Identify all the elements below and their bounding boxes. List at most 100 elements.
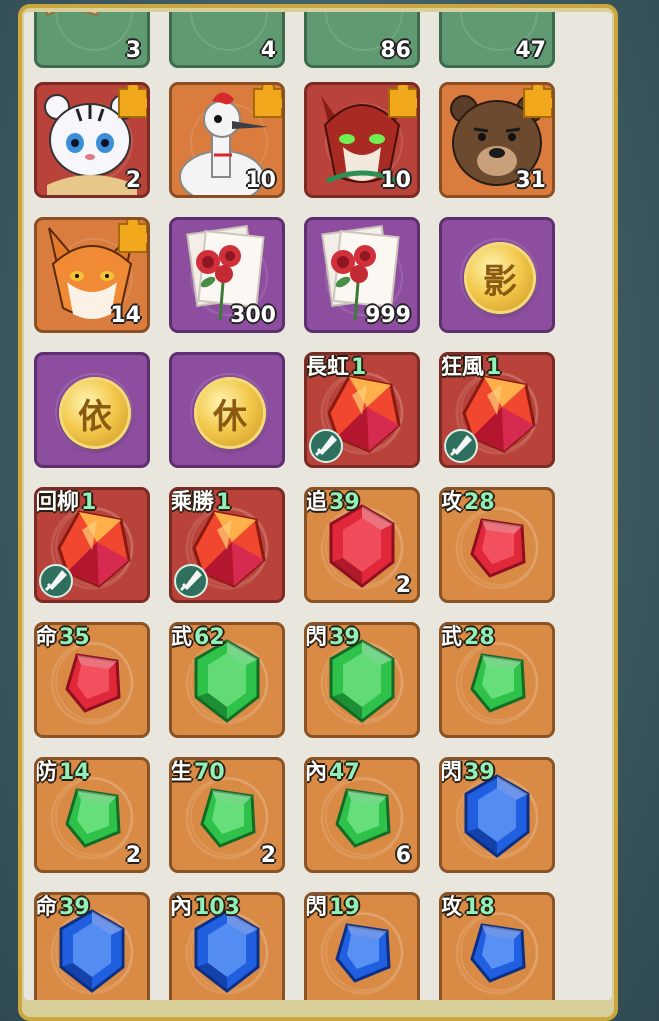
inventory-slot[interactable]: 內103	[169, 892, 285, 1000]
gem-stat-value: 14	[59, 760, 90, 785]
inventory-slot[interactable]: 300	[169, 217, 285, 333]
gem-stat-name: 內	[305, 760, 328, 785]
item-quantity: 2	[260, 843, 276, 868]
puzzle-piece-icon	[113, 220, 147, 254]
sword-badge-icon	[174, 564, 208, 598]
gem-stat-label: 回柳1	[37, 490, 97, 516]
inventory-slot[interactable]: 回柳1	[34, 487, 150, 603]
inventory-slot[interactable]: 999	[304, 217, 420, 333]
inventory-slot[interactable]: 依	[34, 352, 150, 468]
inventory-slot[interactable]: 攻28	[439, 487, 555, 603]
gem-stat-name: 乘勝	[170, 490, 215, 515]
puzzle-piece-icon	[383, 85, 417, 119]
gem-stat-name: 生	[170, 760, 193, 785]
item-quantity: 10	[380, 168, 411, 193]
sword-badge-icon	[309, 429, 343, 463]
gem-stat-name: 狂風	[440, 355, 485, 380]
inventory-slot[interactable]: 武28	[439, 622, 555, 738]
gem-stat-name: 長虹	[305, 355, 350, 380]
inventory-slot[interactable]: 狂風1	[439, 352, 555, 468]
gem-stat-label: 狂風1	[440, 355, 502, 381]
inventory-slot[interactable]: 47	[439, 12, 555, 68]
inventory-slot[interactable]: 閃39	[439, 757, 555, 873]
coin-glyph: 休	[194, 377, 266, 449]
gem-stat-value: 1	[351, 355, 367, 380]
inventory-slot[interactable]: 命39	[34, 892, 150, 1000]
inventory-slot[interactable]: 防14 2	[34, 757, 150, 873]
gem-stat-value: 18	[464, 895, 495, 920]
puzzle-piece-icon	[248, 85, 282, 119]
inventory-slot[interactable]: 命35	[34, 622, 150, 738]
gem-stat-value: 103	[194, 895, 240, 920]
gem-stat-value: 35	[59, 625, 90, 650]
sword-badge-icon	[39, 564, 73, 598]
inventory-slot[interactable]: 影	[439, 217, 555, 333]
item-quantity: 2	[395, 573, 411, 598]
gem-stat-label: 武28	[440, 625, 495, 651]
gem-stat-value: 28	[464, 625, 495, 650]
puzzle-piece-icon	[518, 85, 552, 119]
inventory-slot[interactable]: 2	[34, 82, 150, 198]
gem-stat-value: 47	[329, 760, 360, 785]
gem-stat-label: 長虹1	[305, 355, 367, 381]
inventory-slot[interactable]: 10	[304, 82, 420, 198]
gem-stat-name: 追	[305, 490, 328, 515]
gem-stat-label: 追39	[305, 490, 360, 516]
gem-stat-name: 攻	[440, 490, 463, 515]
inventory-slot[interactable]: 內47 6	[304, 757, 420, 873]
item-quantity: 6	[395, 843, 411, 868]
item-quantity: 999	[365, 303, 411, 328]
inventory-slot[interactable]: 休	[169, 352, 285, 468]
gem-stat-name: 命	[35, 625, 58, 650]
puzzle-piece-icon	[113, 85, 147, 119]
gem-stat-value: 1	[216, 490, 232, 515]
gem-stat-label: 閃19	[305, 895, 360, 921]
inventory-slot[interactable]: 攻18	[439, 892, 555, 1000]
gem-stat-label: 內103	[172, 895, 240, 921]
coin-glyph: 影	[464, 242, 536, 314]
coin-glyph: 依	[59, 377, 131, 449]
gem-stat-label: 命39	[35, 895, 90, 921]
gem-stat-label: 防14	[37, 760, 90, 786]
gem-stat-label: 武62	[170, 625, 225, 651]
gem-stat-value: 39	[59, 895, 90, 920]
inventory-slot[interactable]: 長虹1	[304, 352, 420, 468]
inventory-slot[interactable]: 閃39	[304, 622, 420, 738]
gem-stat-name: 閃	[305, 625, 328, 650]
gem-stat-label: 閃39	[305, 625, 360, 651]
gem-stat-name: 武	[170, 625, 193, 650]
gem-stat-label: 乘勝1	[170, 490, 232, 516]
item-quantity: 31	[515, 168, 546, 193]
inventory-slot[interactable]: 生70 2	[169, 757, 285, 873]
inventory-slot[interactable]: 4	[169, 12, 285, 68]
gem-stat-name: 閃	[440, 760, 463, 785]
sword-badge-icon	[444, 429, 478, 463]
gem-stat-value: 62	[194, 625, 225, 650]
gem-stat-value: 19	[329, 895, 360, 920]
gem-stat-value: 1	[81, 490, 97, 515]
item-quantity: 4	[260, 38, 276, 63]
inventory-slot[interactable]: 3	[34, 12, 150, 68]
gem-stat-label: 生70	[170, 760, 225, 786]
inventory-slot[interactable]: 86	[304, 12, 420, 68]
gem-stat-name: 攻	[440, 895, 463, 920]
gem-stat-name: 命	[35, 895, 58, 920]
gem-stat-value: 28	[464, 490, 495, 515]
inventory-slot[interactable]: 31	[439, 82, 555, 198]
inventory-slot[interactable]: 武62	[169, 622, 285, 738]
gem-stat-value: 39	[329, 490, 360, 515]
gem-stat-value: 39	[329, 625, 360, 650]
item-quantity: 300	[230, 303, 276, 328]
gem-stat-name: 閃	[305, 895, 328, 920]
inventory-slot[interactable]: 乘勝1	[169, 487, 285, 603]
gem-stat-label: 攻28	[440, 490, 495, 516]
inventory-slot[interactable]: 追39 2	[304, 487, 420, 603]
gem-stat-value: 39	[464, 760, 495, 785]
inventory-slot[interactable]: 10	[169, 82, 285, 198]
gem-stat-label: 內47	[305, 760, 360, 786]
item-quantity: 86	[380, 38, 411, 63]
inventory-slot[interactable]: 14	[34, 217, 150, 333]
inventory-slot[interactable]: 閃19	[304, 892, 420, 1000]
gem-stat-value: 1	[486, 355, 502, 380]
gem-stat-name: 武	[440, 625, 463, 650]
